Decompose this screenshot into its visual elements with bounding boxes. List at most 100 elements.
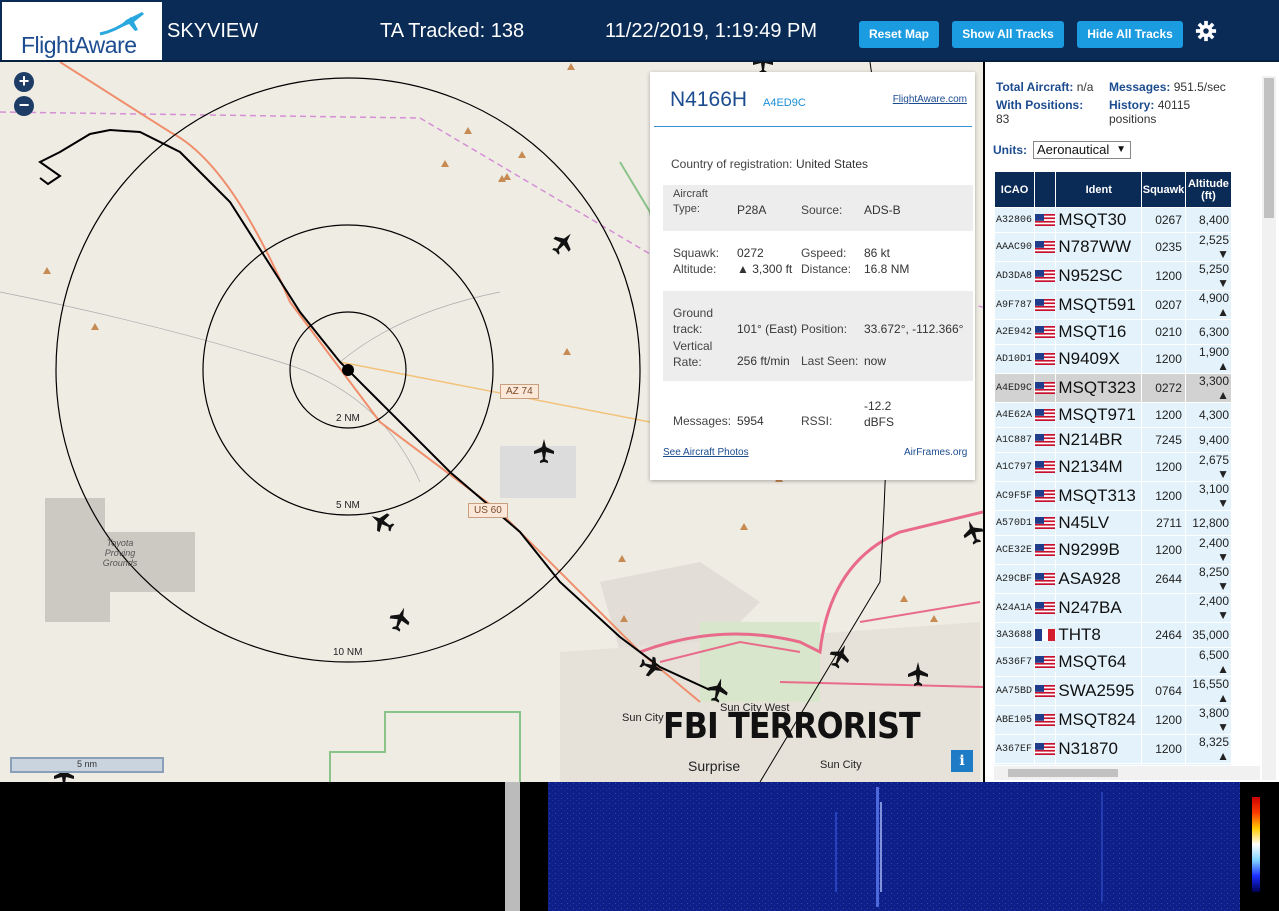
app-name: SKYVIEW — [167, 20, 259, 42]
icao-cell: AAAC90 — [993, 232, 1036, 262]
popup-hex: A4ED9C — [763, 97, 806, 109]
ident-cell: N9299B — [1055, 535, 1143, 565]
airframes-link[interactable]: AirFrames.org — [904, 447, 967, 458]
table-row[interactable]: A53AAE 12003,500 ▲ — [993, 763, 1233, 765]
table-row[interactable]: A4ED9C MSQT323 0272 3,300 ▲ — [993, 373, 1233, 403]
squawk-cell: 7245 — [1141, 427, 1186, 453]
icao-cell: A32806 — [993, 207, 1036, 233]
vertical-scrollbar[interactable] — [1262, 76, 1276, 780]
town-label: Sun City Grand — [622, 712, 667, 724]
table-row[interactable]: AA75BD SWA2595 0764 16,550 ▲ — [993, 676, 1233, 706]
scale-bar: 5 nm — [10, 757, 164, 773]
flag-us-icon — [1034, 344, 1057, 374]
flightaware-logo[interactable]: FlightAware — [2, 2, 162, 60]
squawk-cell: 1200 — [1141, 535, 1186, 565]
flag-us-icon — [1034, 373, 1057, 403]
ident-cell: N9409X — [1055, 344, 1143, 374]
altitude-cell: 6,500 ▲ — [1184, 647, 1233, 677]
table-row[interactable]: ABE105 MSQT824 1200 3,800 ▼ — [993, 705, 1233, 735]
waterfall-canvas — [548, 782, 1240, 911]
show-all-tracks-button[interactable]: Show All Tracks — [952, 21, 1064, 48]
flag-us-icon — [1034, 402, 1057, 428]
icao-cell: A29CBF — [993, 564, 1036, 594]
squawk-cell: 0210 — [1141, 319, 1186, 345]
squawk-value: 0272 — [737, 246, 764, 260]
ident-cell: MSQT323 — [1055, 373, 1143, 403]
altitude-cell: 8,250 ▼ — [1184, 564, 1233, 594]
table-row[interactable]: 3A3688 THT8 2464 35,000 — [993, 622, 1233, 648]
col-icao[interactable]: ICAO — [993, 171, 1036, 208]
ground-track-value: 101° (East) — [737, 322, 798, 336]
table-row[interactable]: A367EF N31870 1200 8,325 ▲ — [993, 734, 1233, 764]
source-value: ADS-B — [864, 203, 901, 217]
top-bar: FlightAware SKYVIEW TA Tracked: 138 11/2… — [0, 0, 1279, 62]
road-label-us60: US 60 — [468, 503, 508, 518]
zoom-in-button[interactable]: + — [14, 72, 34, 92]
gspeed-label: Gspeed: — [801, 246, 847, 260]
squawk-cell: 0267 — [1141, 207, 1186, 233]
horizontal-scrollbar[interactable] — [994, 766, 1260, 780]
icao-cell: A536F7 — [993, 647, 1036, 677]
icao-cell: ACE32E — [993, 535, 1036, 565]
altitude-cell: 12,800 — [1184, 510, 1233, 536]
table-row[interactable]: A2E942 MSQT16 0210 6,300 — [993, 319, 1233, 345]
table-row[interactable]: A32806 MSQT30 0267 8,400 — [993, 207, 1233, 233]
table-row[interactable]: A4E62A MSQT971 1200 4,300 — [993, 402, 1233, 428]
table-row[interactable]: A1C797 N2134M 1200 2,675 ▼ — [993, 452, 1233, 482]
squawk-cell: 2711 — [1141, 510, 1186, 536]
waterfall-display — [548, 782, 1240, 911]
col-squawk[interactable]: Squawk — [1141, 171, 1186, 208]
ground-track-label: Ground track: — [673, 306, 714, 336]
spectrum-panel — [0, 782, 1279, 911]
squawk-cell: 0235 — [1141, 232, 1186, 262]
panel-divider[interactable] — [505, 782, 520, 911]
aircraft-sidebar: Total Aircraft: n/a Messages: 951.5/sec … — [985, 62, 1279, 782]
table-row[interactable]: A536F7 MSQT64 6,500 ▲ — [993, 647, 1233, 677]
squawk-cell: 1200 — [1141, 734, 1186, 764]
altitude-cell: 35,000 — [1184, 622, 1233, 648]
scroll-thumb[interactable] — [1008, 769, 1118, 777]
table-row[interactable]: A570D1 N45LV 2711 12,800 — [993, 510, 1233, 536]
hide-all-tracks-button[interactable]: Hide All Tracks — [1077, 21, 1183, 48]
altitude-cell: 2,400 ▼ — [1184, 593, 1233, 623]
table-viewport[interactable]: ICAO Ident Squawk Altitude (ft) A32806 MS… — [985, 62, 1262, 765]
flag-us-icon — [1034, 647, 1057, 677]
zoom-out-button[interactable]: − — [14, 96, 34, 116]
altitude-cell: 3,500 ▲ — [1184, 763, 1233, 765]
ident-cell: MSQT30 — [1055, 207, 1143, 233]
table-row[interactable]: A29CBF ASA928 2644 8,250 ▼ — [993, 564, 1233, 594]
table-row[interactable]: ACE32E N9299B 1200 2,400 ▼ — [993, 535, 1233, 565]
table-row[interactable]: AC9F5F MSQT313 1200 3,100 ▼ — [993, 481, 1233, 511]
table-row[interactable]: AAAC90 N787WW 0235 2,525 ▼ — [993, 232, 1233, 262]
gear-icon[interactable] — [1195, 20, 1217, 42]
altitude-cell: 2,675 ▼ — [1184, 452, 1233, 482]
icao-cell: A367EF — [993, 734, 1036, 764]
country-row: Country of registration: United States — [663, 154, 973, 174]
icao-cell: AD10D1 — [993, 344, 1036, 374]
altitude-cell: 9,400 — [1184, 427, 1233, 453]
icao-cell: A1C887 — [993, 427, 1036, 453]
table-row[interactable]: A9F787 MSQT591 0207 4,900 ▲ — [993, 290, 1233, 320]
flightaware-link[interactable]: FlightAware.com — [893, 94, 967, 105]
aircraft-photos-link[interactable]: See Aircraft Photos — [663, 447, 749, 458]
datetime: 11/22/2019, 1:19:49 PM — [605, 20, 818, 42]
table-row[interactable]: A24A1A N247BA 2,400 ▼ — [993, 593, 1233, 623]
col-flag[interactable] — [1034, 171, 1057, 208]
col-ident[interactable]: Ident — [1055, 171, 1143, 208]
table-row[interactable]: AD10D1 N9409X 1200 1,900 ▲ — [993, 344, 1233, 374]
col-altitude[interactable]: Altitude (ft) — [1184, 171, 1233, 208]
messages-label: Messages: — [673, 414, 732, 428]
reset-map-button[interactable]: Reset Map — [859, 21, 939, 48]
ident-cell: MSQT971 — [1055, 402, 1143, 428]
table-row[interactable]: A1C887 N214BR 7245 9,400 — [993, 427, 1233, 453]
ident-cell — [1055, 763, 1143, 765]
altitude-cell: 2,400 ▼ — [1184, 535, 1233, 565]
road-label-az74: AZ 74 — [500, 384, 539, 399]
table-row[interactable]: AD3DA8 N952SC 1200 5,250 ▼ — [993, 261, 1233, 291]
altitude-cell: 1,900 ▲ — [1184, 344, 1233, 374]
icao-cell: A1C797 — [993, 452, 1036, 482]
info-button[interactable]: i — [951, 750, 973, 772]
squawk-cell: 1200 — [1141, 344, 1186, 374]
position-label: Position: — [801, 322, 848, 336]
scroll-thumb[interactable] — [1264, 78, 1274, 218]
